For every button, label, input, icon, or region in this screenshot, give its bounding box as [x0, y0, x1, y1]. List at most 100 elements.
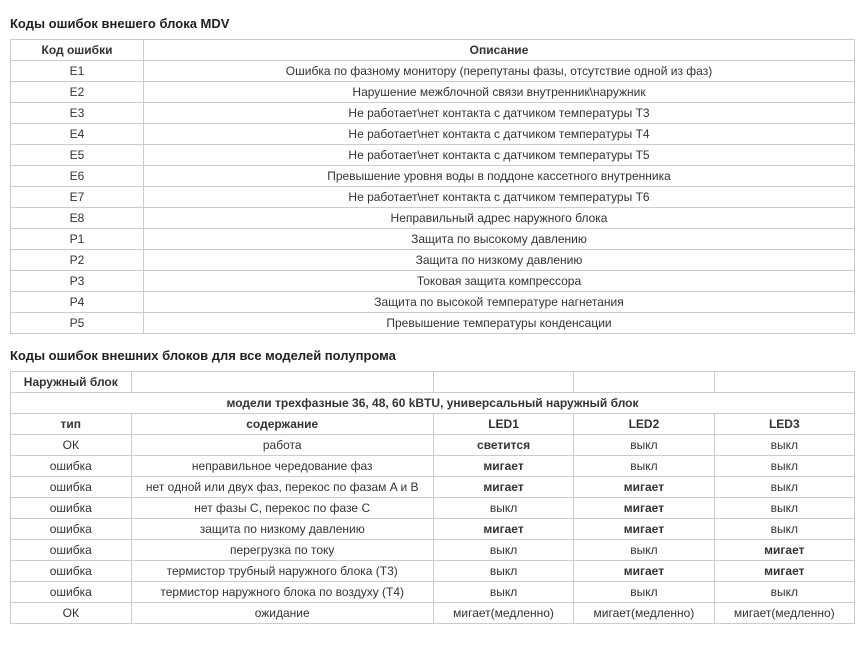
cell-desc: Превышение уровня воды в поддоне кассетн…: [144, 166, 855, 187]
th-content: содержание: [131, 414, 433, 435]
cell-code: E7: [11, 187, 144, 208]
cell-led2: выкл: [574, 540, 714, 561]
th-led3: LED3: [714, 414, 854, 435]
section2-title: Коды ошибок внешних блоков для все модел…: [10, 348, 855, 363]
cell-led2: мигает: [574, 498, 714, 519]
cell-led3: мигает: [714, 561, 854, 582]
cell-led2: мигает: [574, 561, 714, 582]
table-row: P4Защита по высокой температуре нагнетан…: [11, 292, 855, 313]
cell-type: ошибка: [11, 582, 132, 603]
th-led1: LED1: [433, 414, 573, 435]
table-row: E1Ошибка по фазному монитору (перепутаны…: [11, 61, 855, 82]
table-row: E4Не работает\нет контакта с датчиком те…: [11, 124, 855, 145]
th-desc: Описание: [144, 40, 855, 61]
cell-led3: выкл: [714, 519, 854, 540]
cell-type: ошибка: [11, 540, 132, 561]
cell-desc: Превышение температуры конденсации: [144, 313, 855, 334]
table-row: ошибказащита по низкому давлениюмигаетми…: [11, 519, 855, 540]
cell-content: защита по низкому давлению: [131, 519, 433, 540]
th-blank3: [574, 372, 714, 393]
cell-led3: выкл: [714, 498, 854, 519]
cell-led3: выкл: [714, 456, 854, 477]
cell-code: P2: [11, 250, 144, 271]
cell-desc: Неправильный адрес наружного блока: [144, 208, 855, 229]
cell-led1: выкл: [433, 540, 573, 561]
table-row: ошибкатермистор наружного блока по возду…: [11, 582, 855, 603]
th-blank4: [714, 372, 854, 393]
th-blank2: [433, 372, 573, 393]
table-row: P5Превышение температуры конденсации: [11, 313, 855, 334]
cell-led1: мигает: [433, 519, 573, 540]
table-row: ошибкатермистор трубный наружного блока …: [11, 561, 855, 582]
cell-code: P5: [11, 313, 144, 334]
cell-content: перегрузка по току: [131, 540, 433, 561]
cell-desc: Защита по высокой температуре нагнетания: [144, 292, 855, 313]
cell-desc: Защита по низкому давлению: [144, 250, 855, 271]
cell-led1: светится: [433, 435, 573, 456]
cell-led2: мигает: [574, 477, 714, 498]
cell-content: термистор наружного блока по воздуху (Т4…: [131, 582, 433, 603]
cell-content: нет фазы С, перекос по фазе С: [131, 498, 433, 519]
cell-desc: Не работает\нет контакта с датчиком темп…: [144, 187, 855, 208]
th-code: Код ошибки: [11, 40, 144, 61]
cell-code: P1: [11, 229, 144, 250]
cell-content: нет одной или двух фаз, перекос по фазам…: [131, 477, 433, 498]
cell-type: ошибка: [11, 498, 132, 519]
cell-led1: выкл: [433, 498, 573, 519]
table-row: ошибканеправильное чередование фазмигает…: [11, 456, 855, 477]
cell-desc: Не работает\нет контакта с датчиком темп…: [144, 103, 855, 124]
table-row: E7Не работает\нет контакта с датчиком те…: [11, 187, 855, 208]
cell-code: E1: [11, 61, 144, 82]
cell-desc: Не работает\нет контакта с датчиком темп…: [144, 145, 855, 166]
cell-desc: Ошибка по фазному монитору (перепутаны ф…: [144, 61, 855, 82]
cell-code: E3: [11, 103, 144, 124]
cell-content: ожидание: [131, 603, 433, 624]
table-row: ошибкаперегрузка по токувыклвыклмигает: [11, 540, 855, 561]
cell-led2: мигает: [574, 519, 714, 540]
cell-type: ОК: [11, 435, 132, 456]
cell-type: ошибка: [11, 561, 132, 582]
cell-desc: Не работает\нет контакта с датчиком темп…: [144, 124, 855, 145]
table-row: ошибканет фазы С, перекос по фазе Свыклм…: [11, 498, 855, 519]
th-model: модели трехфазные 36, 48, 60 kBTU, униве…: [11, 393, 855, 414]
cell-led3: мигает: [714, 540, 854, 561]
table-row: P2Защита по низкому давлению: [11, 250, 855, 271]
table-led-codes: Наружный блок модели трехфазные 36, 48, …: [10, 371, 855, 624]
table-row: ОКработасветитсявыклвыкл: [11, 435, 855, 456]
cell-led3: мигает(медленно): [714, 603, 854, 624]
cell-desc: Нарушение межблочной связи внутренник\на…: [144, 82, 855, 103]
cell-led1: выкл: [433, 561, 573, 582]
table-error-codes: Код ошибки Описание E1Ошибка по фазному …: [10, 39, 855, 334]
cell-led2: мигает(медленно): [574, 603, 714, 624]
cell-led3: выкл: [714, 477, 854, 498]
table-row: E3Не работает\нет контакта с датчиком те…: [11, 103, 855, 124]
cell-content: работа: [131, 435, 433, 456]
cell-code: E8: [11, 208, 144, 229]
cell-code: E5: [11, 145, 144, 166]
table-row: ОКожиданиемигает(медленно)мигает(медленн…: [11, 603, 855, 624]
table-row: E2Нарушение межблочной связи внутренник\…: [11, 82, 855, 103]
cell-led2: выкл: [574, 435, 714, 456]
cell-type: ошибка: [11, 519, 132, 540]
section1-title: Коды ошибок внешего блока MDV: [10, 16, 855, 31]
cell-code: P4: [11, 292, 144, 313]
cell-desc: Токовая защита компрессора: [144, 271, 855, 292]
table-row: E8Неправильный адрес наружного блока: [11, 208, 855, 229]
cell-type: ошибка: [11, 456, 132, 477]
table-row: E6Превышение уровня воды в поддоне кассе…: [11, 166, 855, 187]
th-blank1: [131, 372, 433, 393]
cell-content: неправильное чередование фаз: [131, 456, 433, 477]
table-row: E5Не работает\нет контакта с датчиком те…: [11, 145, 855, 166]
th-outer: Наружный блок: [11, 372, 132, 393]
cell-led2: выкл: [574, 582, 714, 603]
cell-type: ОК: [11, 603, 132, 624]
cell-code: E4: [11, 124, 144, 145]
table-row: ошибканет одной или двух фаз, перекос по…: [11, 477, 855, 498]
cell-led1: мигает: [433, 477, 573, 498]
cell-led3: выкл: [714, 435, 854, 456]
th-type: тип: [11, 414, 132, 435]
cell-led1: мигает(медленно): [433, 603, 573, 624]
cell-type: ошибка: [11, 477, 132, 498]
cell-content: термистор трубный наружного блока (Т3): [131, 561, 433, 582]
cell-led3: выкл: [714, 582, 854, 603]
